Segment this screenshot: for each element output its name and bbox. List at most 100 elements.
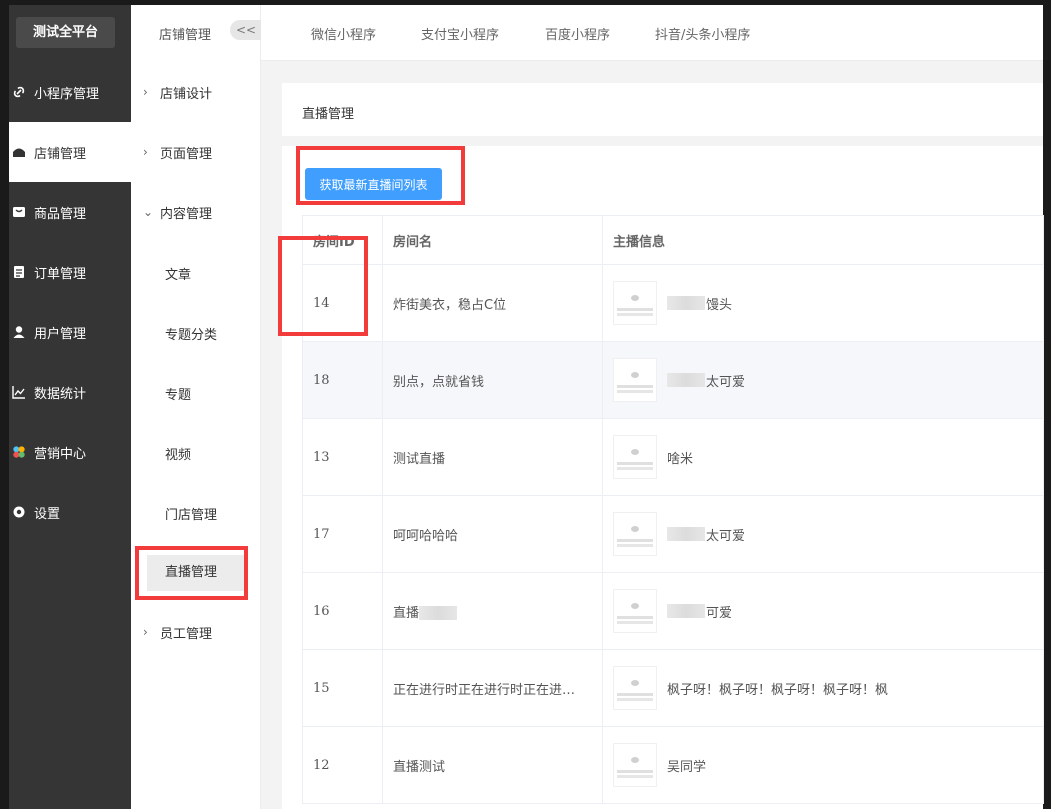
sub-item-store-design[interactable]: › 店铺设计 — [131, 62, 261, 122]
anchor-name: 啥米 — [667, 451, 694, 467]
room-name: 直播测试 — [382, 726, 603, 804]
window-frame-right — [1043, 0, 1051, 809]
primary-sidebar: 测试全平台 小程序管理 店铺管理 商品管理 订单管理 用户管理 数据统计 营销中… — [9, 5, 131, 809]
anchor-avatar — [613, 281, 657, 325]
sub-child-store-manage[interactable]: 门店管理 — [165, 504, 217, 523]
nav-label: 店铺管理 — [34, 146, 87, 162]
subside-title: 店铺管理 — [159, 28, 212, 43]
anchor-avatar — [613, 666, 657, 710]
tab-baidu[interactable]: 百度小程序 — [545, 24, 610, 43]
room-name: 炸街美衣，稳占C位 — [382, 264, 603, 342]
room-name: 正在进行时正在进行时正在进… — [382, 649, 603, 727]
anchor-name: 可爱 — [706, 605, 733, 621]
room-id: 18 — [302, 341, 383, 419]
table-row[interactable]: 16 直播 可爱 — [302, 572, 1044, 650]
nav-item-miniprogram[interactable]: 小程序管理 — [9, 62, 131, 122]
tab-wechat[interactable]: 微信小程序 — [311, 24, 376, 43]
brand-title[interactable]: 测试全平台 — [16, 17, 115, 48]
platform-tabs: 微信小程序 支付宝小程序 百度小程序 抖音/头条小程序 — [261, 5, 1043, 61]
table-header-row: 房间ID 房间名 主播信息 — [302, 215, 1044, 265]
sub-child-topic-category[interactable]: 专题分类 — [165, 324, 217, 343]
column-header-anchor[interactable]: 主播信息 — [602, 215, 1044, 265]
user-icon — [12, 325, 26, 339]
chevron-right-icon: › — [143, 145, 148, 159]
room-id: 13 — [302, 418, 383, 496]
redacted-block — [419, 606, 458, 620]
nav-item-store[interactable]: 店铺管理 — [9, 122, 131, 182]
window-frame-left — [0, 0, 9, 809]
nav-item-stats[interactable]: 数据统计 — [9, 362, 131, 422]
page-title: 直播管理 — [302, 107, 355, 122]
anchor-name: 吴同学 — [667, 759, 707, 775]
redacted-block — [667, 296, 705, 310]
nav-label: 订单管理 — [34, 266, 87, 282]
panel-header: 直播管理 — [282, 83, 1043, 136]
redacted-block — [667, 373, 705, 387]
nav-label: 小程序管理 — [34, 86, 100, 102]
nav-item-users[interactable]: 用户管理 — [9, 302, 131, 362]
nav-label: 商品管理 — [34, 206, 87, 222]
anchor-avatar — [613, 435, 657, 479]
anchor-avatar — [613, 589, 657, 633]
gear-icon — [12, 505, 26, 519]
marketing-icon — [12, 445, 26, 459]
anchor-cell: 馒头 — [602, 264, 1044, 342]
room-id: 12 — [302, 726, 383, 804]
store-icon — [12, 145, 26, 159]
anchor-cell: 可爱 — [602, 572, 1044, 650]
anchor-cell: 枫子呀！枫子呀！枫子呀！枫子呀！枫 — [602, 649, 1044, 727]
anchor-cell: 吴同学 — [602, 726, 1044, 804]
room-id: 16 — [302, 572, 383, 650]
nav-label: 用户管理 — [34, 326, 87, 342]
sub-item-staff-manage[interactable]: › 员工管理 — [131, 602, 261, 662]
anchor-avatar — [613, 743, 657, 787]
anchor-avatar — [613, 358, 657, 402]
nav-item-settings[interactable]: 设置 — [9, 482, 131, 542]
anchor-name: 馒头 — [706, 297, 733, 313]
chevron-right-icon: › — [143, 85, 148, 99]
sub-item-label: 店铺设计 — [160, 86, 213, 102]
tab-douyin[interactable]: 抖音/头条小程序 — [655, 24, 750, 43]
sub-child-article[interactable]: 文章 — [165, 264, 191, 283]
table-row[interactable]: 13 测试直播 啥米 — [302, 418, 1044, 496]
redacted-block — [667, 604, 705, 618]
sub-item-label: 页面管理 — [160, 146, 213, 162]
anchor-cell: 太可爱 — [602, 341, 1044, 419]
room-id: 15 — [302, 649, 383, 727]
table-row[interactable]: 14 炸街美衣，稳占C位 馒头 — [302, 264, 1044, 342]
table-row[interactable]: 15 正在进行时正在进行时正在进… 枫子呀！枫子呀！枫子呀！枫子呀！枫 — [302, 649, 1044, 727]
table-row[interactable]: 17 呵呵哈哈哈 太可爱 — [302, 495, 1044, 573]
nav-label: 营销中心 — [34, 446, 87, 462]
anchor-cell: 啥米 — [602, 418, 1044, 496]
room-name: 直播 — [393, 605, 420, 621]
anchor-name: 太可爱 — [706, 374, 746, 390]
chevron-right-icon: › — [143, 625, 148, 639]
chevron-down-icon: ⌄ — [143, 205, 154, 219]
sub-child-video[interactable]: 视频 — [165, 444, 191, 463]
sub-item-content-manage[interactable]: ⌄ 内容管理 — [131, 182, 261, 242]
column-header-room-name[interactable]: 房间名 — [382, 215, 603, 265]
nav-item-orders[interactable]: 订单管理 — [9, 242, 131, 302]
nav-label: 数据统计 — [34, 386, 87, 402]
annotation-box-live-manage — [135, 546, 248, 600]
nav-item-marketing[interactable]: 营销中心 — [9, 422, 131, 482]
sub-child-topic[interactable]: 专题 — [165, 384, 191, 403]
sub-item-page-manage[interactable]: › 页面管理 — [131, 122, 261, 182]
nav-label: 设置 — [34, 506, 61, 522]
secondary-sidebar: 店铺管理 << › 店铺设计 › 页面管理 ⌄ 内容管理 文章 专题分类 专题 … — [131, 5, 262, 809]
table-row[interactable]: 12 直播测试 吴同学 — [302, 726, 1044, 804]
sub-item-label: 内容管理 — [160, 206, 213, 222]
anchor-name: 枫子呀！枫子呀！枫子呀！枫子呀！枫 — [667, 682, 889, 698]
room-name-cell: 直播 — [382, 572, 603, 650]
anchor-avatar — [613, 512, 657, 556]
room-name: 呵呵哈哈哈 — [382, 495, 603, 573]
redacted-block — [667, 527, 705, 541]
live-room-table: 房间ID 房间名 主播信息 14 炸街美衣，稳占C位 馒头 18 别点，点就省钱… — [302, 215, 1044, 804]
table-row[interactable]: 18 别点，点就省钱 太可爱 — [302, 341, 1044, 419]
bag-icon — [12, 205, 26, 219]
nav-item-goods[interactable]: 商品管理 — [9, 182, 131, 242]
anchor-cell: 太可爱 — [602, 495, 1044, 573]
collapse-button[interactable]: << — [230, 20, 262, 40]
tab-alipay[interactable]: 支付宝小程序 — [421, 24, 499, 43]
clipboard-icon — [12, 265, 26, 279]
